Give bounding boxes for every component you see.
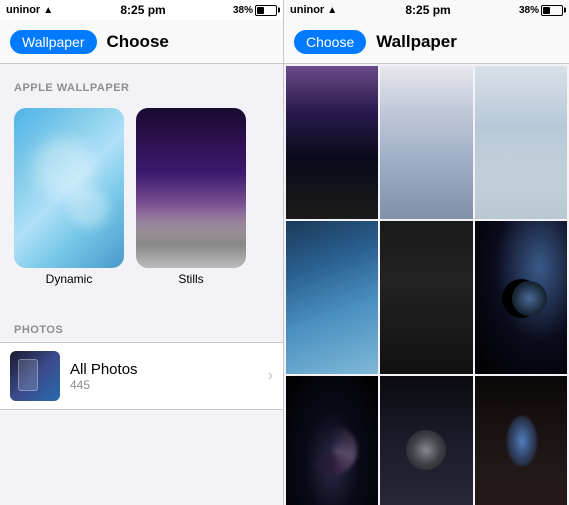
right-nav-bar: Choose Wallpaper [284, 20, 569, 64]
left-wallpaper-stills[interactable]: Stills [136, 108, 246, 286]
left-battery-icon [255, 5, 277, 16]
right-panel: uninor ▲ 8:25 pm 38% Choose Wallpaper [284, 0, 569, 505]
left-status-right: 38% [233, 5, 277, 16]
left-photos-chevron: › [268, 367, 273, 385]
left-apple-section-header: APPLE WALLPAPER [0, 64, 283, 100]
right-status-right: 38% [519, 5, 563, 16]
left-wifi-icon: ▲ [43, 5, 53, 16]
left-back-button[interactable]: Wallpaper [10, 30, 97, 54]
left-stills-label: Stills [178, 272, 203, 286]
right-carrier-text: uninor [290, 4, 324, 16]
left-stills-thumb[interactable] [136, 108, 246, 268]
left-photos-count: 445 [70, 378, 258, 392]
right-battery-pct-text: 38% [519, 5, 539, 16]
left-time-text: 8:25 pm [120, 3, 165, 17]
gallery-item-earth-space[interactable] [475, 221, 567, 374]
left-photos-section: PHOTOS All Photos 445 › [0, 306, 283, 410]
left-dynamic-thumb[interactable] [14, 108, 124, 268]
left-photos-thumb [10, 351, 60, 401]
gallery-item-spiral-galaxy[interactable] [286, 376, 378, 505]
left-dynamic-label: Dynamic [46, 272, 93, 286]
gallery-item-ocean[interactable] [286, 221, 378, 374]
left-nav-bar: Wallpaper Choose [0, 20, 283, 64]
left-battery-pct-text: 38% [233, 5, 253, 16]
gallery-item-flowers[interactable] [475, 376, 567, 505]
left-carrier-text: uninor [6, 4, 40, 16]
right-battery-fill [543, 7, 550, 14]
gallery-item-snowy-forest[interactable] [380, 66, 472, 219]
left-battery-fill [257, 7, 264, 14]
gallery-item-snowy-mountain[interactable] [475, 66, 567, 219]
gallery-item-moon[interactable] [380, 376, 472, 505]
right-battery-icon [541, 5, 563, 16]
right-time-text: 8:25 pm [405, 3, 450, 17]
gallery-item-dark-desert[interactable] [380, 221, 472, 374]
gallery-item-milky-way[interactable] [286, 66, 378, 219]
left-photos-info: All Photos 445 [70, 361, 258, 392]
right-wifi-icon: ▲ [327, 5, 337, 16]
left-panel: uninor ▲ 8:25 pm 38% Wallpaper Choose AP… [0, 0, 284, 505]
right-status-bar: uninor ▲ 8:25 pm 38% [284, 0, 569, 20]
right-back-button[interactable]: Choose [294, 30, 366, 54]
right-wallpaper-gallery [284, 64, 569, 505]
left-photos-title: All Photos [70, 361, 258, 378]
left-nav-title: Choose [107, 32, 169, 52]
left-status-bar: uninor ▲ 8:25 pm 38% [0, 0, 283, 20]
left-wallpaper-dynamic[interactable]: Dynamic [14, 108, 124, 286]
left-photos-section-header: PHOTOS [0, 306, 283, 342]
left-wallpaper-grid: Dynamic Stills [0, 100, 283, 296]
left-all-photos-row[interactable]: All Photos 445 › [0, 342, 283, 410]
right-nav-title: Wallpaper [376, 32, 457, 52]
